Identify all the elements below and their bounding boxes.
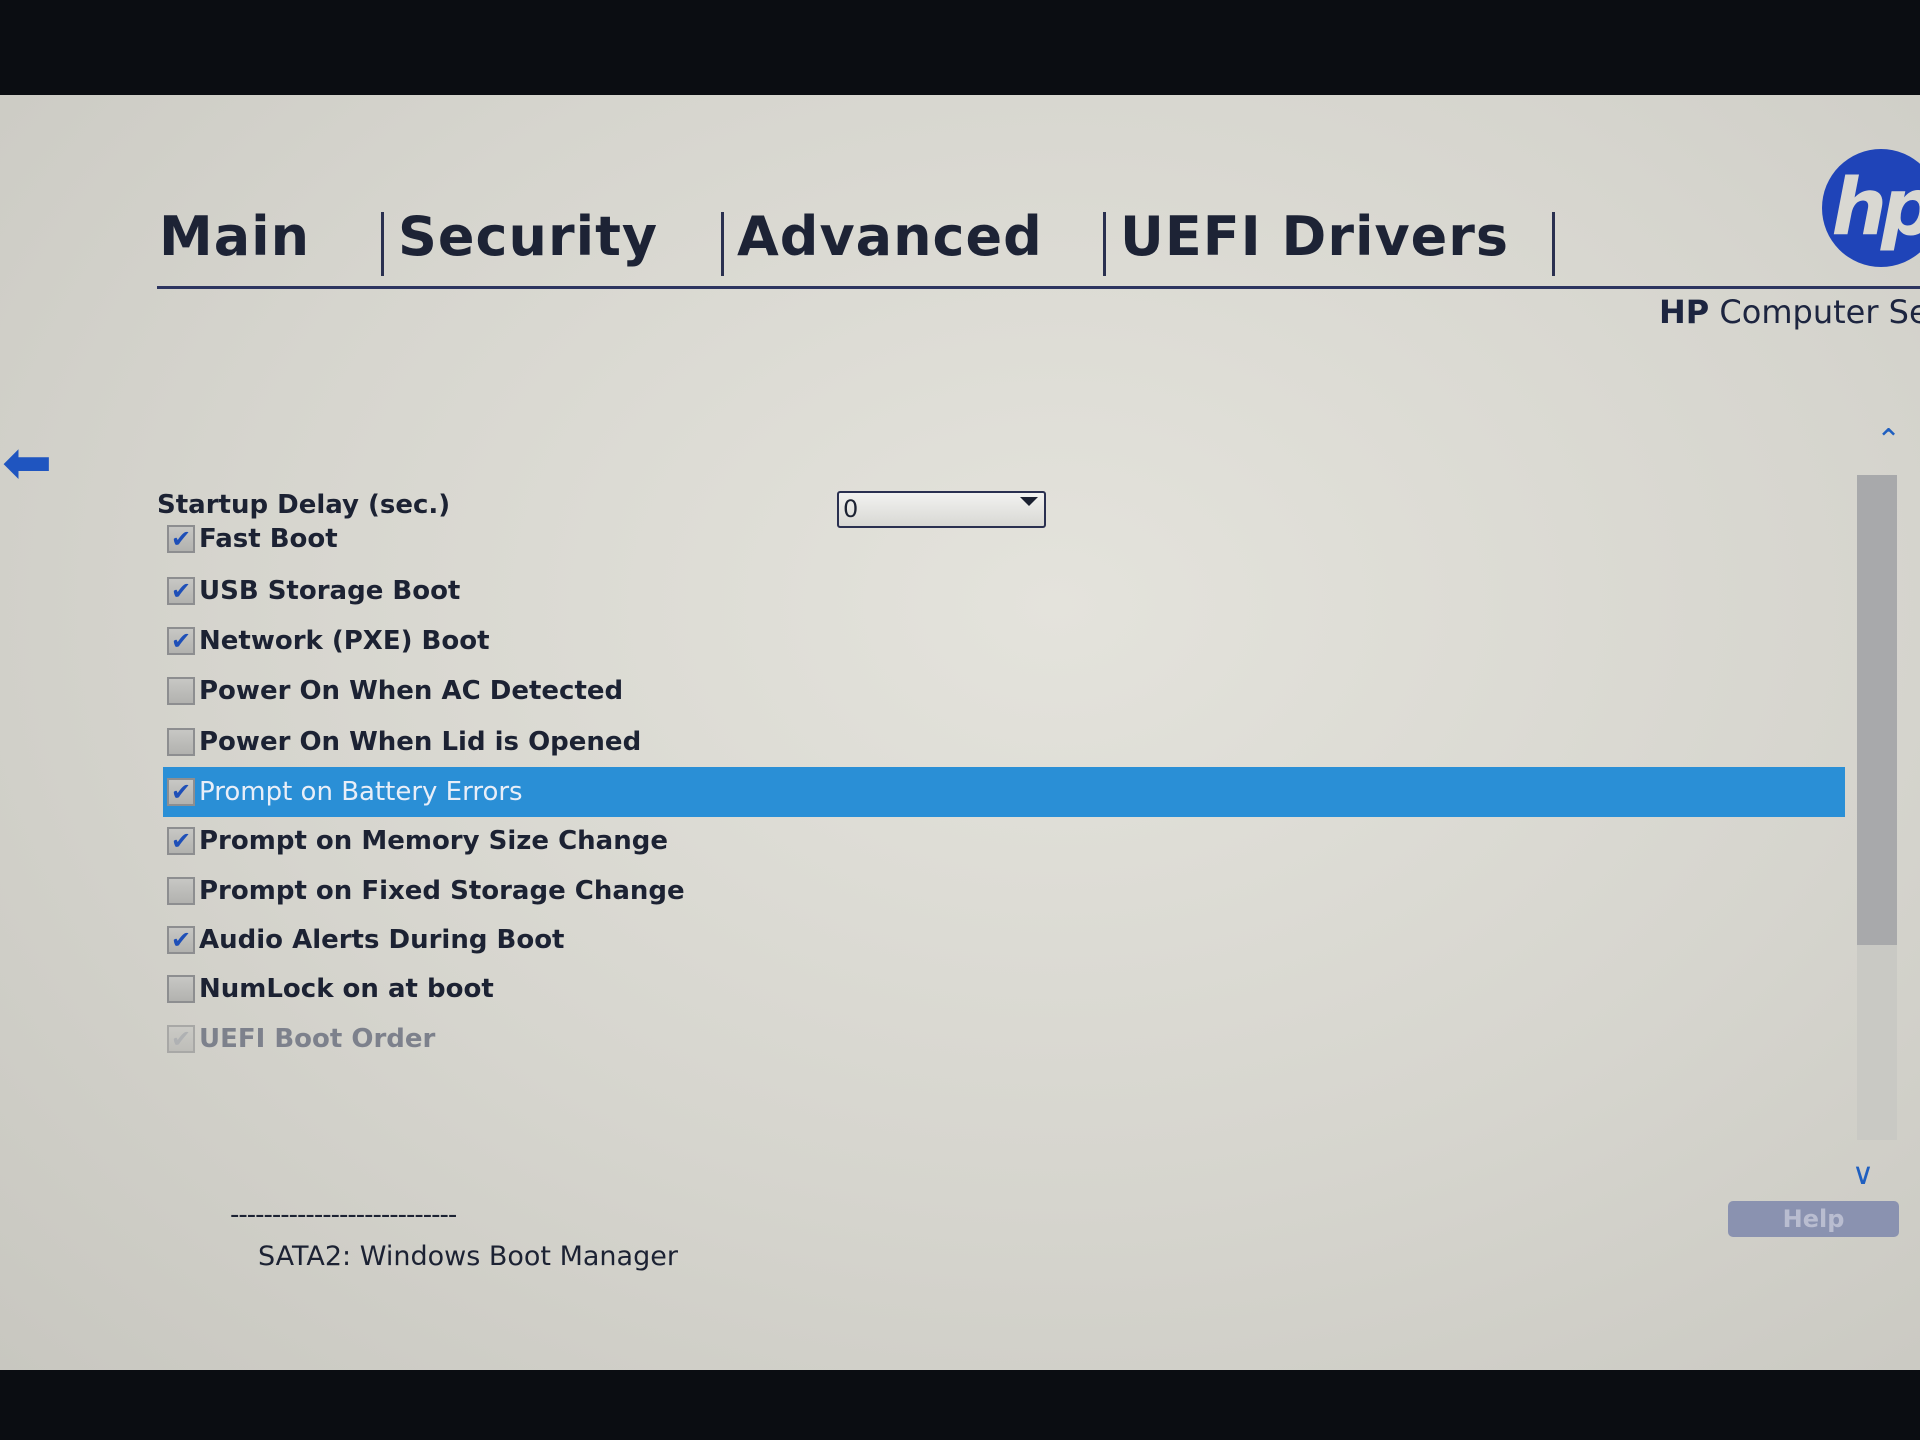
option-label: Power On When Lid is Opened — [199, 727, 642, 757]
option-row[interactable]: Power On When Lid is Opened — [163, 717, 1845, 767]
checkbox[interactable]: ✔ — [167, 577, 195, 605]
scroll-up-icon[interactable]: ⌃ — [1876, 423, 1901, 458]
boot-order-entry[interactable]: SATA2: Windows Boot Manager — [258, 1241, 678, 1272]
chevron-down-icon[interactable]: ∨ — [1852, 1157, 1874, 1192]
option-label: Audio Alerts During Boot — [199, 925, 565, 955]
checkmark-icon: ✔ — [170, 577, 192, 605]
checkbox[interactable]: ✔ — [167, 525, 195, 553]
checkmark-icon: ✔ — [170, 627, 192, 655]
option-row[interactable]: ✔ USB Storage Boot — [163, 566, 1845, 616]
tab-main[interactable]: Main — [159, 205, 310, 268]
option-label: Power On When AC Detected — [199, 676, 624, 706]
option-row[interactable]: ✔ Prompt on Memory Size Change — [163, 816, 1845, 866]
option-label: NumLock on at boot — [199, 974, 494, 1004]
option-label: Prompt on Battery Errors — [199, 777, 523, 807]
tab-advanced[interactable]: Advanced — [737, 205, 1043, 268]
option-row[interactable]: ✔ Network (PXE) Boot — [163, 616, 1845, 666]
checkbox[interactable]: ✔ — [167, 627, 195, 655]
option-label: Network (PXE) Boot — [199, 626, 490, 656]
hp-logo: hp — [1822, 149, 1920, 267]
checkbox[interactable]: ✔ — [167, 926, 195, 954]
option-label: Prompt on Fixed Storage Change — [199, 876, 685, 906]
tab-separator — [381, 212, 384, 276]
checkmark-icon: ✔ — [170, 926, 192, 954]
bios-screen: Main Security Advanced UEFI Drivers hp H… — [0, 95, 1920, 1370]
back-arrow-icon[interactable]: ⬅ — [2, 433, 52, 493]
option-row[interactable]: NumLock on at boot — [163, 964, 1845, 1014]
scrollbar-thumb[interactable] — [1857, 475, 1897, 945]
checkbox[interactable] — [167, 728, 195, 756]
option-row[interactable]: ✔ UEFI Boot Order — [163, 1014, 1845, 1064]
option-label: USB Storage Boot — [199, 576, 461, 606]
app-title-brand: HP — [1659, 293, 1710, 331]
boot-order-separator: --------------------------- — [230, 1200, 457, 1230]
option-label: Fast Boot — [199, 524, 338, 554]
checkbox[interactable]: ✔ — [167, 827, 195, 855]
app-title: HP Computer Setu — [1659, 293, 1920, 331]
checkbox[interactable]: ✔ — [167, 778, 195, 806]
checkmark-icon: ✔ — [170, 778, 192, 806]
option-row[interactable]: ✔ Prompt on Battery Errors — [163, 767, 1845, 817]
chevron-down-icon — [1020, 497, 1038, 506]
option-row[interactable]: Power On When AC Detected — [163, 666, 1845, 716]
help-button[interactable]: Help — [1728, 1201, 1899, 1237]
tab-separator — [1552, 212, 1555, 276]
checkmark-icon: ✔ — [170, 525, 192, 553]
checkmark-icon: ✔ — [170, 827, 192, 855]
option-label: UEFI Boot Order — [199, 1024, 436, 1054]
app-title-text: Computer Setu — [1719, 293, 1920, 331]
checkmark-icon: ✔ — [170, 1025, 192, 1053]
tab-uefi-drivers[interactable]: UEFI Drivers — [1120, 205, 1509, 268]
checkbox: ✔ — [167, 1025, 195, 1053]
tab-underline — [157, 286, 1920, 289]
option-row[interactable]: ✔ Audio Alerts During Boot — [163, 915, 1845, 965]
tab-separator — [721, 212, 724, 276]
option-row[interactable]: Prompt on Fixed Storage Change — [163, 866, 1845, 916]
option-label: Prompt on Memory Size Change — [199, 826, 668, 856]
checkbox[interactable] — [167, 677, 195, 705]
option-row[interactable]: ✔ Fast Boot — [163, 514, 1845, 564]
tab-separator — [1103, 212, 1106, 276]
checkbox[interactable] — [167, 975, 195, 1003]
checkbox[interactable] — [167, 877, 195, 905]
tab-security[interactable]: Security — [398, 205, 658, 268]
